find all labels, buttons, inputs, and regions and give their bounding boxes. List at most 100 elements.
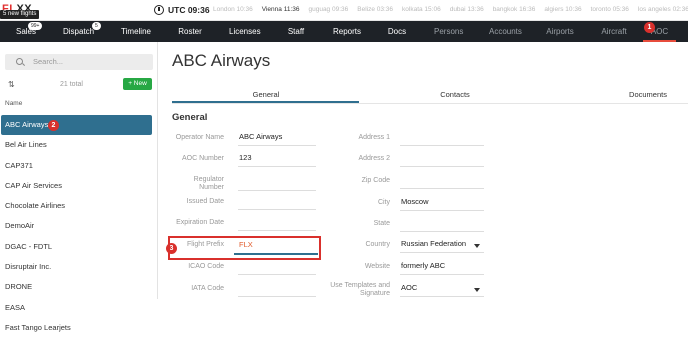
issued-date-field[interactable] (238, 196, 316, 210)
nav-staff[interactable]: Staff (286, 21, 306, 42)
expiration-date-label: Expiration Date (176, 219, 224, 226)
search-icon (16, 58, 23, 65)
address2-field[interactable] (400, 153, 484, 167)
operator-name-field[interactable]: ABC Airways (238, 132, 316, 146)
utc-time: UTC 09:36 (168, 5, 210, 15)
list-item[interactable]: DRONE (0, 277, 158, 297)
list-item-label: CAP Air Services (5, 180, 62, 190)
clock-icon (154, 5, 164, 15)
operator-name-label: Operator Name (175, 134, 224, 141)
tab-general[interactable]: General (251, 90, 281, 99)
list-item[interactable]: Chocolate Airlines (0, 196, 158, 216)
flight-prefix-label: Flight Prefix (187, 241, 224, 248)
timezone-item: los angeles 02:36 (637, 6, 688, 13)
column-header-name[interactable]: Name (5, 100, 22, 107)
list-item-label: CAP371 (5, 160, 33, 170)
icao-code-field[interactable] (238, 261, 316, 275)
nav-roster[interactable]: Roster (178, 21, 202, 42)
issued-date-label: Issued Date (186, 198, 224, 205)
templates-select[interactable]: AOC (400, 283, 484, 297)
list-item[interactable]: CAP371 (0, 156, 158, 176)
website-field[interactable]: formerly ABC (400, 261, 484, 275)
timezone-item: bangkok 16:36 (492, 6, 536, 13)
timezone-item: toronto 05:36 (590, 6, 629, 13)
regulator-number-label: Regulator Number (193, 176, 224, 191)
nav-timeline[interactable]: Timeline (121, 21, 151, 42)
timezone-item: guguag 09:36 (308, 6, 349, 13)
list-item[interactable]: DemoAir (0, 216, 158, 236)
iata-code-field[interactable] (238, 283, 316, 297)
tab-documents[interactable]: Documents (623, 90, 673, 99)
list-item-label: DGAC - FDTL (5, 241, 53, 251)
iata-code-label: IATA Code (191, 285, 224, 292)
list-item[interactable]: DGAC - FDTL (0, 237, 158, 257)
list-item[interactable]: Bel Air Lines (0, 135, 158, 155)
tab-contacts[interactable]: Contacts (435, 90, 475, 99)
list-item-label: DemoAir (5, 221, 35, 231)
tab-divider (172, 103, 688, 104)
list-item[interactable]: EASA (0, 298, 158, 318)
sales-badge: 99+ (28, 22, 43, 30)
city-field[interactable]: Moscow (400, 197, 484, 211)
list-item[interactable]: Disruptair Inc. (0, 257, 158, 277)
sort-icon[interactable]: ⇅ (8, 80, 15, 89)
flight-prefix-focus-line (234, 253, 318, 255)
nav-docs[interactable]: Docs (387, 21, 407, 42)
nav-persons[interactable]: Persons (434, 21, 463, 42)
total-count: 21 total (60, 81, 83, 88)
nav-reports[interactable]: Reports (333, 21, 361, 42)
search-input[interactable]: Search... (5, 54, 153, 70)
nav-airports[interactable]: Airports (546, 21, 574, 42)
list-item-selected[interactable]: ABC Airways 2 (1, 115, 152, 136)
timezone-list: London 10:36 Vienna 11:36 guguag 09:36 Beli… (213, 6, 688, 13)
aoc-number-field[interactable]: 123 (238, 153, 316, 167)
timezone-item: algiers 10:36 (544, 6, 582, 13)
main-panel: ABC Airways General Contacts Documents G… (158, 42, 688, 299)
state-field[interactable] (400, 218, 484, 232)
flight-prefix-field[interactable]: FLX (238, 240, 316, 254)
section-title: General (172, 112, 208, 123)
country-select[interactable]: Russian Federation (400, 239, 484, 253)
zip-code-field[interactable] (400, 175, 484, 189)
list-item-label: Bel Air Lines (5, 140, 47, 150)
templates-label: Use Templates and Signature (330, 282, 390, 297)
nav-accounts[interactable]: Accounts (489, 21, 522, 42)
list-item-label: EASA (5, 302, 26, 312)
list-item-label: ABC Airways (5, 120, 49, 129)
regulator-number-field[interactable] (238, 177, 316, 191)
new-button[interactable]: + New (123, 78, 152, 90)
aoc-number-label: AOC Number (181, 155, 224, 162)
list-item[interactable]: Fast Tango Learjets (0, 318, 158, 338)
address1-label: Address 1 (358, 134, 390, 141)
expiration-date-field[interactable] (238, 217, 316, 231)
list-item-label: DRONE (5, 282, 33, 292)
address1-field[interactable] (400, 132, 484, 146)
timezone-item: kolkata 15:06 (402, 6, 441, 13)
list-item[interactable]: CAP Air Services (0, 176, 158, 196)
zip-code-label: Zip Code (361, 177, 390, 184)
list-item-label: Chocolate Airlines (5, 201, 66, 211)
website-label: Website (364, 263, 390, 270)
state-label: State (373, 220, 390, 227)
annotation-marker-2: 2 (48, 119, 59, 131)
main-nav: Sales 99+ Dispatch 5 Timeline Roster Lic… (0, 21, 688, 42)
country-label: Country (365, 241, 390, 248)
dispatch-badge: 5 (92, 22, 101, 30)
page-title: ABC Airways (172, 51, 271, 70)
nav-aircraft[interactable]: Aircraft (601, 21, 627, 42)
chevron-down-icon (474, 244, 480, 248)
list-item-label: Fast Tango Learjets (5, 322, 71, 332)
sidebar: Search... ⇅ 21 total + New Name ABC Airw… (0, 42, 158, 332)
nav-dispatch[interactable]: Dispatch (63, 21, 94, 42)
timezone-item: Vienna 11:36 (261, 6, 300, 13)
new-flights-badge[interactable]: 5 new flights (0, 10, 40, 19)
country-value: Russian Federation (401, 239, 467, 248)
nav-licenses[interactable]: Licenses (229, 21, 261, 42)
list-item-label: Disruptair Inc. (5, 262, 52, 272)
timezone-item: dubai 13:36 (449, 6, 484, 13)
chevron-down-icon (474, 288, 480, 292)
top-bar: FLXX 5 new flights UTC 09:36 London 10:3… (0, 0, 688, 21)
timezone-item: Belize 03:36 (357, 6, 394, 13)
address2-label: Address 2 (358, 155, 390, 162)
search-placeholder: Search... (33, 57, 64, 66)
